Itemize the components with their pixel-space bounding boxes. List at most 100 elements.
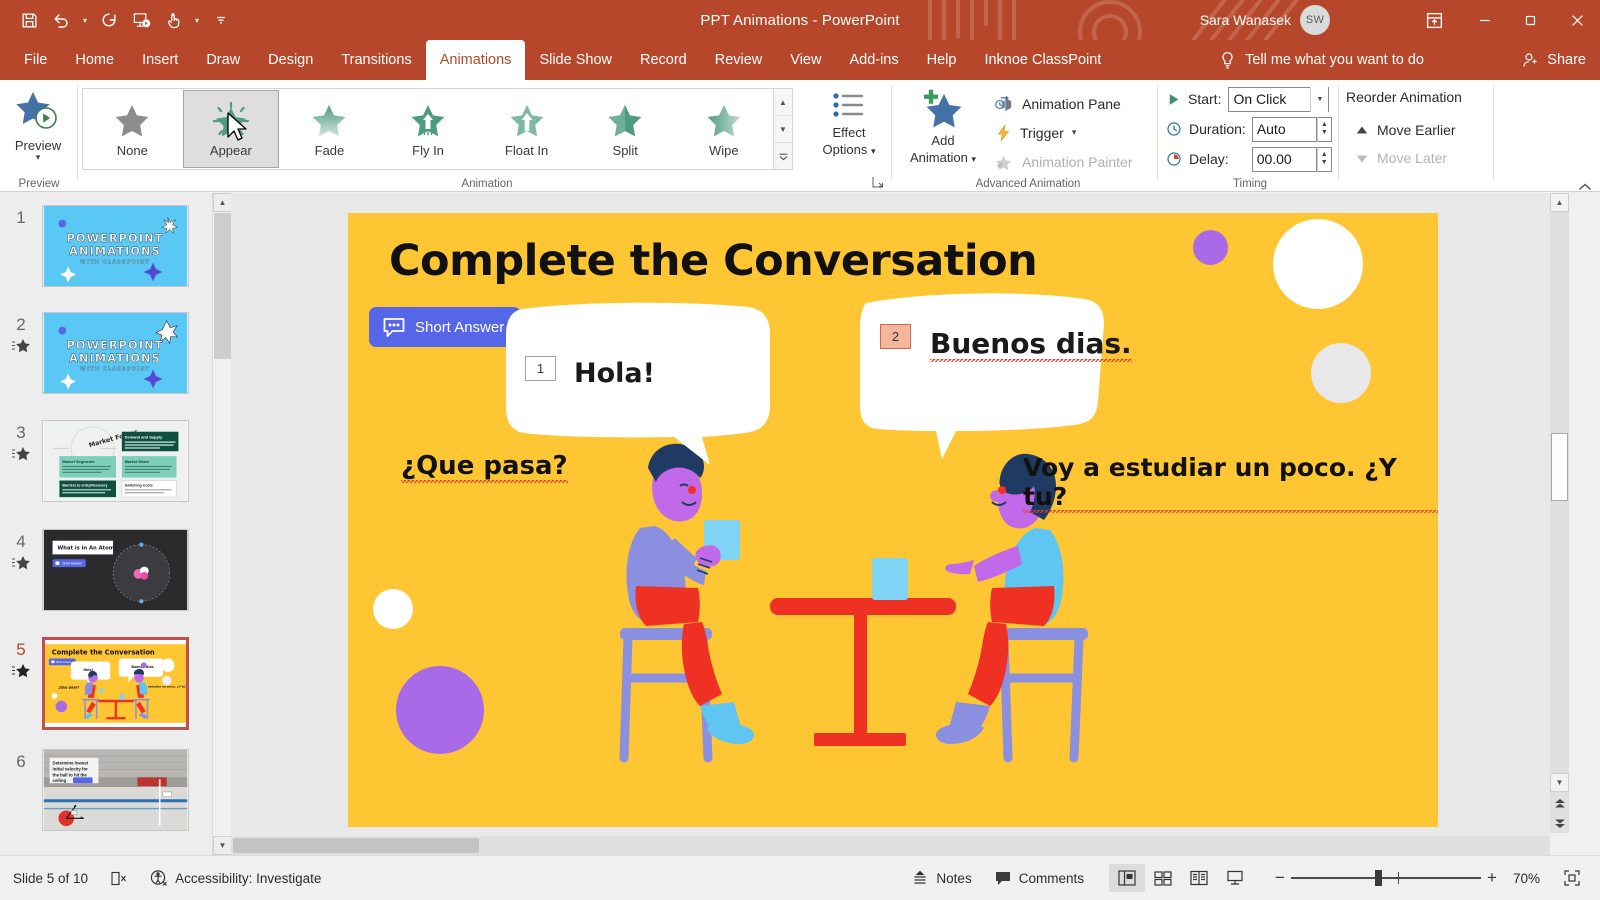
spinner-up-icon[interactable]: ▲ <box>1321 121 1328 129</box>
animation-gallery[interactable]: None Appear <box>82 88 774 170</box>
dialog-launcher-icon[interactable] <box>870 174 886 190</box>
bubble-2-text[interactable]: Buenos dias. <box>930 327 1132 362</box>
thumbnail-image[interactable]: POWERPOINT ANIMATIONS WITH CLASSPOINT <box>42 205 189 287</box>
collapse-ribbon-icon[interactable] <box>1574 178 1596 196</box>
animation-tag-1[interactable]: 1 <box>525 356 556 381</box>
slide-title[interactable]: Complete the Conversation <box>389 236 1037 286</box>
tab-insert[interactable]: Insert <box>128 40 192 80</box>
restore-icon[interactable] <box>1508 0 1554 40</box>
animation-wipe[interactable]: Wipe <box>675 90 772 168</box>
stage-vertical-scrollbar[interactable]: ▲ ▼ <box>1550 193 1569 833</box>
undo-icon[interactable] <box>46 5 76 35</box>
thumbnail-image[interactable]: What is in An Atom? Short Answer <box>42 529 189 611</box>
minimize-icon[interactable] <box>1462 0 1508 40</box>
zoom-in-button[interactable]: + <box>1481 868 1503 888</box>
slide-sorter-button[interactable] <box>1145 864 1181 892</box>
thumbnail-slide-3[interactable]: 3 Market Forces Demand and Supply Market <box>0 420 212 502</box>
scroll-down-icon[interactable]: ▼ <box>1550 773 1569 792</box>
animation-indicator-icon[interactable] <box>11 555 31 570</box>
animation-fly-in[interactable]: Fly In <box>380 90 477 168</box>
tab-inknoe-classpoint[interactable]: Inknoe ClassPoint <box>970 40 1115 80</box>
slide-indicator[interactable]: Slide 5 of 10 <box>2 863 99 893</box>
duration-value[interactable]: Auto <box>1252 117 1316 142</box>
thumbnail-image[interactable]: Market Forces Demand and Supply Market S… <box>42 420 189 502</box>
tab-home[interactable]: Home <box>61 40 128 80</box>
duration-spinner[interactable]: ▲ ▼ <box>1317 117 1331 142</box>
delay-spinner[interactable]: ▲ ▼ <box>1317 147 1331 172</box>
left-question-text[interactable]: ¿Que pasa? <box>401 451 568 483</box>
tab-animations[interactable]: Animations <box>426 40 526 80</box>
fit-to-window-button[interactable] <box>1554 864 1590 892</box>
animation-none[interactable]: None <box>84 90 181 168</box>
slide-show-button[interactable] <box>1217 864 1253 892</box>
animation-fade[interactable]: Fade <box>281 90 378 168</box>
previous-slide-icon[interactable] <box>1550 794 1569 813</box>
save-icon[interactable] <box>14 5 44 35</box>
delay-value[interactable]: 00.00 <box>1252 147 1316 172</box>
scroll-down-icon[interactable]: ▼ <box>213 836 232 855</box>
animation-indicator-icon[interactable] <box>11 446 31 461</box>
add-animation-button[interactable]: Add Animation ▾ <box>900 84 986 176</box>
thumbnail-slide-6[interactable]: 6 Determine l <box>0 749 212 831</box>
trigger-button[interactable]: Trigger ▾ <box>990 119 1081 146</box>
zoom-level-label[interactable]: 70% <box>1513 871 1540 886</box>
comments-button[interactable]: Comments <box>983 863 1095 893</box>
spinner-down-icon[interactable]: ▼ <box>1321 159 1328 167</box>
account-area[interactable]: Sara Wanasek SW <box>1200 0 1330 40</box>
tab-slide-show[interactable]: Slide Show <box>525 40 626 80</box>
right-answer-text[interactable]: Voy a estudiar un poco. ¿Y tu? <box>1023 453 1438 513</box>
animation-indicator-icon[interactable] <box>11 338 31 353</box>
animation-indicator-icon[interactable] <box>11 663 31 678</box>
scroll-up-icon[interactable]: ▲ <box>774 89 792 116</box>
touch-mode-icon[interactable] <box>158 5 188 35</box>
redo-icon[interactable] <box>94 5 124 35</box>
scrollbar-thumb[interactable] <box>1551 433 1568 501</box>
slide-panel-scrollbar[interactable]: ▲ ▼ <box>212 193 231 855</box>
start-dropdown-icon[interactable]: ▼ <box>1310 87 1328 112</box>
accessibility-button[interactable]: Accessibility: Investigate <box>139 863 332 893</box>
touch-mode-dropdown-icon[interactable]: ▾ <box>190 5 204 35</box>
normal-view-button[interactable] <box>1109 864 1145 892</box>
delay-spinbox[interactable]: 00.00 ▲ ▼ <box>1252 147 1332 172</box>
move-earlier-button[interactable]: Move Earlier <box>1350 118 1461 142</box>
ribbon-display-options-icon[interactable] <box>1406 0 1462 40</box>
duration-spinbox[interactable]: Auto ▲ ▼ <box>1252 117 1332 142</box>
thumbnail-slide-1[interactable]: 1 POWERPOINT ANIMATIONS WITH CLASSPOINT <box>0 205 212 287</box>
avatar[interactable]: SW <box>1300 5 1330 35</box>
tab-file[interactable]: File <box>10 40 61 80</box>
thumbnail-image[interactable]: Determine lowest initial velocity for th… <box>42 749 189 831</box>
present-icon[interactable] <box>126 5 156 35</box>
tab-add-ins[interactable]: Add-ins <box>835 40 912 80</box>
thumbnail-slide-5[interactable]: 5 Complete the Conversation Short Answer… <box>0 637 212 730</box>
customize-qat-icon[interactable] <box>206 5 236 35</box>
close-icon[interactable] <box>1554 0 1600 40</box>
thumbnail-slide-4[interactable]: 4 What is in An Atom? Short A <box>0 529 212 611</box>
animation-float-in[interactable]: Float In <box>478 90 575 168</box>
tab-record[interactable]: Record <box>626 40 701 80</box>
current-slide[interactable]: Complete the Conversation Short Answer <box>348 213 1438 827</box>
animation-split[interactable]: Split <box>577 90 674 168</box>
thumbnail-image[interactable]: POWERPOINT ANIMATIONS WITH CLASSPOINT <box>42 312 189 394</box>
undo-dropdown-icon[interactable]: ▾ <box>78 5 92 35</box>
scrollbar-thumb[interactable] <box>233 838 479 853</box>
spinner-up-icon[interactable]: ▲ <box>1321 151 1328 159</box>
tab-help[interactable]: Help <box>913 40 971 80</box>
language-button[interactable] <box>99 863 139 893</box>
thumbnail-slide-2[interactable]: 2 POWERPOINT ANIMATIONS WITH CLASSPOINT <box>0 312 212 394</box>
effect-options-dropdown-icon[interactable]: ▾ <box>871 146 876 156</box>
spinner-down-icon[interactable]: ▼ <box>1321 129 1328 137</box>
gallery-more-icon[interactable] <box>774 143 792 169</box>
tell-me-box[interactable]: Tell me what you want to do <box>1219 40 1424 80</box>
zoom-slider[interactable] <box>1291 868 1481 888</box>
gallery-scrollbar[interactable]: ▲ ▼ <box>774 88 793 170</box>
stage-horizontal-scrollbar[interactable] <box>231 836 1550 855</box>
preview-button[interactable]: Preview ▾ <box>2 84 74 172</box>
speech-bubble-2[interactable] <box>844 285 1114 465</box>
effect-options-button[interactable]: Effect Options ▾ <box>808 84 890 176</box>
zoom-out-button[interactable]: − <box>1269 868 1291 888</box>
tab-transitions[interactable]: Transitions <box>327 40 425 80</box>
trigger-dropdown-icon[interactable]: ▾ <box>1072 127 1077 138</box>
scroll-up-icon[interactable]: ▲ <box>1550 193 1569 212</box>
animation-pane-button[interactable]: Animation Pane <box>990 90 1126 117</box>
animation-appear[interactable]: Appear <box>183 90 280 168</box>
